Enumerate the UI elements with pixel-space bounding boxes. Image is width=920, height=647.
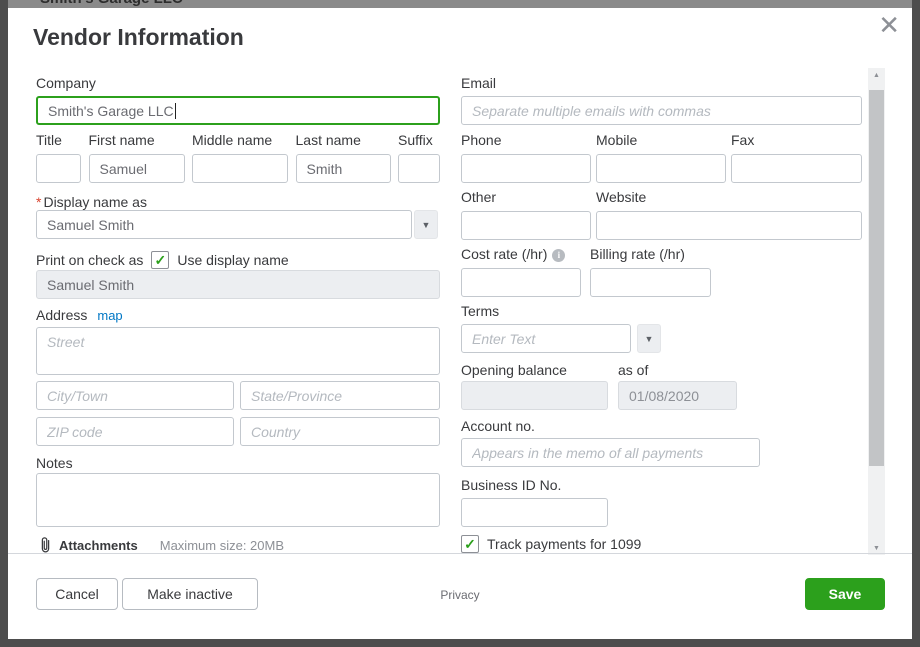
vendor-information-dialog: Vendor Information ✕ Company Smith's Gar… (8, 8, 912, 639)
email-input[interactable] (461, 96, 862, 125)
display-name-input[interactable] (36, 210, 412, 239)
billing-rate-input[interactable] (590, 268, 711, 297)
display-name-dropdown-button[interactable]: ▼ (414, 210, 438, 239)
other-input[interactable] (461, 211, 591, 240)
rates-row: Cost rate (/hr)i Billing rate (/hr) (461, 246, 711, 297)
middle-name-input[interactable] (192, 154, 288, 183)
attachments-label[interactable]: Attachments (59, 538, 138, 553)
checkmark-icon: ✓ (155, 252, 167, 269)
last-name-label: Last name (296, 132, 391, 148)
print-on-check-label: Print on check as (36, 252, 143, 268)
suffix-label: Suffix (398, 132, 440, 148)
website-label: Website (596, 189, 862, 205)
map-link[interactable]: map (97, 308, 122, 323)
close-icon[interactable]: ✕ (878, 10, 900, 41)
required-asterisk: * (36, 194, 41, 210)
paperclip-icon (38, 536, 53, 554)
website-input[interactable] (596, 211, 862, 240)
other-label: Other (461, 189, 591, 205)
middle-name-label: Middle name (192, 132, 288, 148)
first-name-input[interactable] (89, 154, 185, 183)
fax-input[interactable] (731, 154, 862, 183)
notes-label: Notes (36, 455, 73, 471)
dimmed-page-backdrop: Smith's Garage LLC (8, 0, 912, 8)
terms-label: Terms (461, 303, 499, 319)
mobile-label: Mobile (596, 132, 726, 148)
print-on-check-input (36, 270, 440, 299)
as-of-label: as of (618, 362, 648, 378)
terms-dropdown-button[interactable]: ▼ (637, 324, 661, 353)
use-display-name-checkbox[interactable]: ✓ (151, 251, 169, 269)
other-website-row: Other Website (461, 189, 862, 240)
fax-label: Fax (731, 132, 862, 148)
address-header: Address map (36, 307, 123, 323)
save-button[interactable]: Save (805, 578, 885, 610)
text-caret (175, 103, 176, 119)
company-label: Company (36, 75, 96, 91)
business-id-label: Business ID No. (461, 477, 561, 493)
track-1099-checkbox[interactable]: ✓ (461, 535, 479, 553)
mobile-input[interactable] (596, 154, 726, 183)
print-on-check-row: Print on check as ✓ Use display name (36, 251, 289, 269)
title-input[interactable] (36, 154, 81, 183)
suffix-input[interactable] (398, 154, 440, 183)
opening-balance-label: Opening balance (461, 362, 567, 378)
last-name-input[interactable] (296, 154, 391, 183)
title-label: Title (36, 132, 81, 148)
business-id-input[interactable] (461, 498, 608, 527)
cost-rate-input[interactable] (461, 268, 581, 297)
address-label: Address (36, 307, 87, 323)
phone-label: Phone (461, 132, 591, 148)
use-display-name-label: Use display name (177, 252, 288, 268)
track-1099-row: ✓ Track payments for 1099 (461, 535, 641, 553)
make-inactive-button[interactable]: Make inactive (122, 578, 258, 610)
country-input[interactable] (240, 417, 440, 446)
account-no-input[interactable] (461, 438, 760, 467)
billing-rate-label: Billing rate (/hr) (590, 246, 711, 262)
name-fields-row: Title First name Middle name Last name S… (36, 132, 440, 183)
chevron-down-icon: ▼ (422, 220, 431, 230)
scrollbar-thumb[interactable] (869, 90, 884, 466)
cancel-button[interactable]: Cancel (36, 578, 118, 610)
scrollbar[interactable]: ▲ ▼ (868, 68, 885, 555)
info-icon[interactable]: i (552, 249, 565, 262)
dialog-title: Vendor Information (33, 24, 244, 51)
background-page-heading: Smith's Garage LLC (40, 0, 183, 7)
phone-fields-row: Phone Mobile Fax (461, 132, 862, 183)
email-label: Email (461, 75, 496, 91)
chevron-down-icon: ▼ (645, 334, 654, 344)
state-input[interactable] (240, 381, 440, 410)
city-input[interactable] (36, 381, 234, 410)
footer-divider (8, 553, 912, 554)
opening-balance-input (461, 381, 608, 410)
attachments-row[interactable]: Attachments Maximum size: 20MB (38, 536, 284, 554)
terms-input[interactable] (461, 324, 631, 353)
display-name-label: *Display name as (36, 194, 147, 210)
track-1099-label: Track payments for 1099 (487, 536, 641, 552)
scroll-up-icon[interactable]: ▲ (868, 68, 885, 82)
street-input[interactable] (36, 327, 440, 375)
company-value: Smith's Garage LLC (48, 103, 174, 119)
as-of-input (618, 381, 737, 410)
cost-rate-label: Cost rate (/hr)i (461, 246, 581, 262)
attachments-hint: Maximum size: 20MB (160, 538, 284, 553)
company-input[interactable]: Smith's Garage LLC (36, 96, 440, 125)
account-no-label: Account no. (461, 418, 535, 434)
notes-input[interactable] (36, 473, 440, 527)
first-name-label: First name (89, 132, 185, 148)
zip-input[interactable] (36, 417, 234, 446)
checkmark-icon: ✓ (464, 536, 476, 553)
phone-input[interactable] (461, 154, 591, 183)
